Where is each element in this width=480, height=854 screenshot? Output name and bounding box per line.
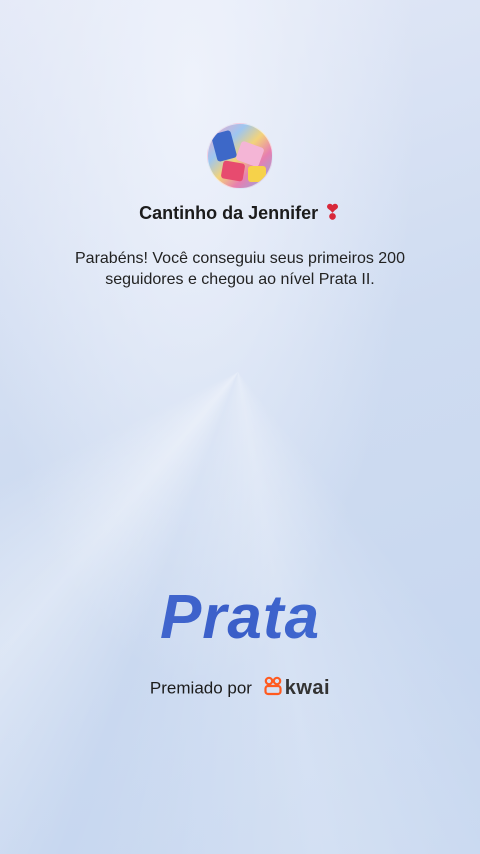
kwai-logo-icon [263,676,283,701]
heart-icon: ❣ [324,202,341,224]
avatar[interactable] [207,123,273,189]
kwai-brand: kwai [284,677,331,699]
profile-name-row: Cantinho da Jennifer ❣ [0,200,480,225]
profile-name: Cantinho da Jennifer [139,203,319,223]
award-row: Premiado por kwai [0,676,480,701]
tier-title: Prata [0,582,480,653]
congrats-message: Parabéns! Você conseguiu seus primeiros … [75,250,405,288]
award-prefix: Premiado por [149,678,252,698]
